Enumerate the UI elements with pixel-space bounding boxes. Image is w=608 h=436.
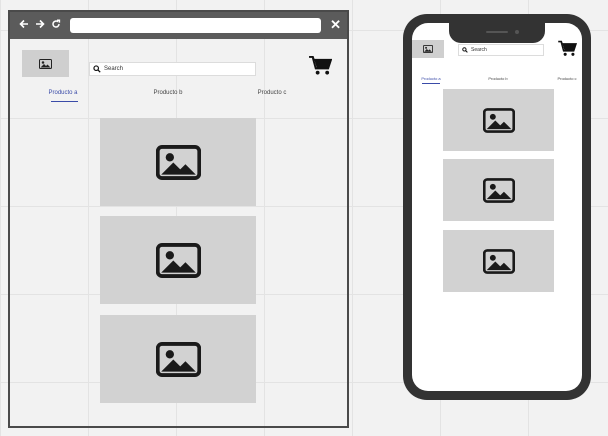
tab-producto-b[interactable]: Producto b	[487, 76, 509, 81]
speaker-grille	[486, 31, 508, 33]
product-image-1[interactable]	[443, 89, 554, 151]
phone-notch	[449, 23, 545, 43]
tab-producto-a[interactable]: Producto a	[43, 90, 83, 96]
search-input[interactable]: Search	[458, 44, 544, 56]
desktop-browser-mockup: ✕ Search Producto a Producto b Producto …	[8, 10, 349, 428]
product-image-3[interactable]	[100, 315, 256, 403]
browser-toolbar: ✕	[10, 12, 347, 39]
tab-producto-c[interactable]: Producto c	[250, 90, 294, 96]
search-icon	[462, 47, 468, 53]
cart-icon[interactable]	[558, 40, 577, 57]
reload-icon[interactable]	[48, 19, 64, 32]
image-icon	[482, 107, 515, 133]
product-image-3[interactable]	[443, 230, 554, 292]
logo-placeholder	[22, 50, 69, 77]
active-tab-indicator	[422, 83, 440, 84]
search-placeholder: Search	[471, 47, 487, 53]
image-icon	[155, 144, 201, 180]
arrow-left-icon[interactable]	[16, 19, 32, 32]
mobile-phone-mockup: Search Producto a Producto b Producto c	[403, 14, 591, 400]
search-icon	[93, 65, 101, 73]
image-icon	[155, 341, 201, 377]
image-icon	[482, 177, 515, 203]
image-icon	[39, 58, 52, 69]
camera-icon	[515, 30, 519, 34]
product-image-2[interactable]	[100, 216, 256, 304]
image-icon	[155, 242, 201, 278]
cart-icon[interactable]	[309, 55, 332, 76]
search-placeholder: Search	[104, 66, 124, 72]
active-tab-indicator	[51, 101, 78, 102]
logo-placeholder	[412, 40, 444, 58]
product-image-1[interactable]	[100, 118, 256, 206]
image-icon	[482, 248, 515, 274]
close-icon[interactable]: ✕	[330, 17, 341, 33]
url-bar[interactable]	[70, 18, 321, 33]
image-icon	[423, 45, 433, 53]
search-input[interactable]: Search	[89, 62, 256, 76]
product-image-2[interactable]	[443, 159, 554, 221]
tab-producto-b[interactable]: Producto b	[146, 90, 190, 96]
phone-screen: Search Producto a Producto b Producto c	[412, 23, 582, 391]
tab-producto-a[interactable]: Producto a	[420, 76, 442, 81]
tab-producto-c[interactable]: Producto c	[556, 76, 578, 81]
arrow-right-icon[interactable]	[32, 19, 48, 32]
